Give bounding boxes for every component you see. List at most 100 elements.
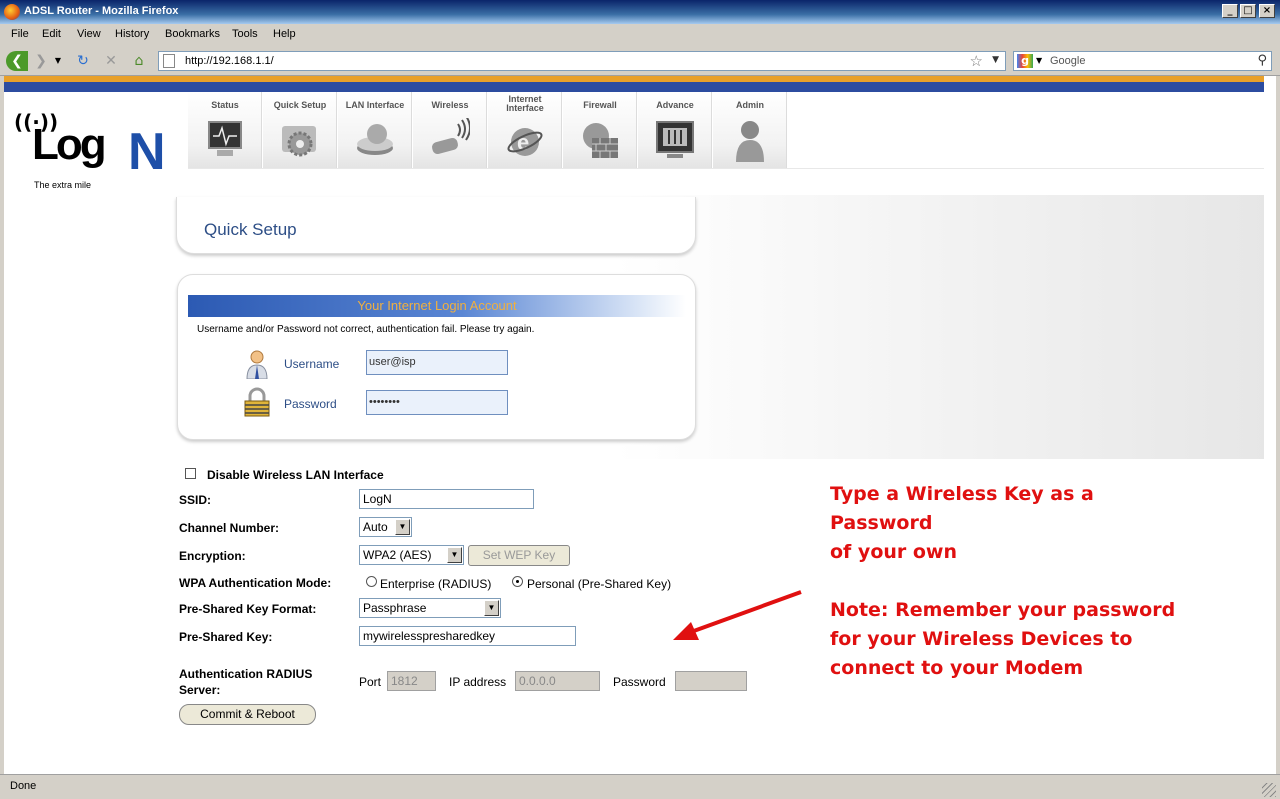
user-icon bbox=[730, 118, 770, 162]
nav-underbar bbox=[188, 168, 1276, 195]
page-viewport: ((·)) Log N The extra mile Status Quick … bbox=[4, 76, 1276, 774]
auth-mode-label: WPA Authentication Mode: bbox=[179, 576, 332, 590]
hard-drive-icon bbox=[355, 118, 395, 162]
nav-lan-interface[interactable]: LAN Interface bbox=[338, 92, 412, 168]
encryption-value: WPA2 (AES) bbox=[363, 548, 432, 562]
encryption-label: Encryption: bbox=[179, 549, 246, 563]
nav-internet-interface[interactable]: Internet Interface e bbox=[488, 92, 562, 168]
radius-ip-label: IP address bbox=[449, 675, 507, 689]
psk-label: Pre-Shared Key: bbox=[179, 630, 273, 644]
search-icon[interactable]: ⚲ bbox=[1257, 53, 1267, 68]
annotation-line: Note: Remember your password bbox=[830, 599, 1176, 621]
header-stripe bbox=[4, 76, 1276, 92]
auth-personal-radio[interactable] bbox=[512, 576, 523, 587]
psk-format-select[interactable]: Passphrase ▼ bbox=[359, 598, 501, 618]
router-nav: Status Quick Setup LAN Interface Wireles… bbox=[188, 92, 1276, 195]
url-dropdown-icon[interactable]: ▼ bbox=[992, 55, 999, 65]
nav-advance[interactable]: Advance bbox=[638, 92, 712, 168]
radius-password-input[interactable] bbox=[675, 671, 747, 691]
page-icon bbox=[163, 54, 175, 68]
reload-icon[interactable]: ↻ bbox=[72, 51, 94, 71]
set-wep-key-button[interactable]: Set WEP Key bbox=[468, 545, 570, 566]
close-button[interactable]: × bbox=[1259, 4, 1275, 18]
lock-icon bbox=[242, 387, 272, 417]
bookmark-star-icon[interactable]: ☆ bbox=[970, 52, 983, 70]
radius-label-line1: Authentication RADIUS bbox=[179, 667, 313, 681]
nav-quick-setup[interactable]: Quick Setup bbox=[263, 92, 337, 168]
nav-firewall[interactable]: Firewall bbox=[563, 92, 637, 168]
annotation-line: of your own bbox=[830, 541, 958, 563]
disable-wireless-checkbox[interactable] bbox=[185, 468, 196, 479]
menu-tools[interactable]: Tools bbox=[232, 28, 258, 40]
annotation-arrow-icon bbox=[673, 590, 802, 640]
menu-help[interactable]: Help bbox=[273, 28, 296, 40]
menu-history[interactable]: History bbox=[115, 28, 149, 40]
logo: ((·)) Log N The extra mile bbox=[4, 92, 176, 195]
nav-label: Wireless bbox=[431, 100, 469, 110]
menu-file[interactable]: File bbox=[11, 28, 29, 40]
wireless-adapter-icon bbox=[430, 115, 471, 162]
firewall-icon bbox=[580, 118, 620, 162]
username-label: Username bbox=[284, 357, 340, 371]
commit-reboot-button[interactable]: Commit & Reboot bbox=[179, 704, 316, 725]
radius-ip-input[interactable]: 0.0.0.0 bbox=[515, 671, 600, 691]
minimize-button[interactable]: _ bbox=[1222, 4, 1238, 18]
nav-label: Internet Interface bbox=[506, 94, 544, 113]
window-title: ADSL Router - Mozilla Firefox bbox=[24, 5, 179, 17]
resize-grip-icon[interactable] bbox=[1262, 783, 1276, 797]
nav-label: LAN Interface bbox=[345, 100, 405, 110]
password-field[interactable]: •••••••• bbox=[366, 390, 508, 415]
back-icon[interactable]: ❮ bbox=[6, 51, 28, 71]
psk-input[interactable]: mywirelesspresharedkey bbox=[359, 626, 576, 646]
annotation-line: for your Wireless Devices to bbox=[830, 628, 1133, 650]
firefox-icon bbox=[4, 4, 20, 20]
menu-view[interactable]: View bbox=[77, 28, 101, 40]
nav-admin[interactable]: Admin bbox=[713, 92, 787, 168]
window-titlebar: ADSL Router - Mozilla Firefox _ □ × bbox=[0, 0, 1280, 24]
ssid-label: SSID: bbox=[179, 493, 212, 507]
history-dropdown-icon[interactable]: ▼ bbox=[52, 51, 64, 71]
username-field[interactable]: user@isp bbox=[366, 350, 508, 375]
nav-status[interactable]: Status bbox=[188, 92, 262, 168]
encryption-select[interactable]: WPA2 (AES) ▼ bbox=[359, 545, 464, 565]
logo-brand-n: N bbox=[128, 123, 166, 181]
status-text: Done bbox=[10, 780, 37, 792]
auth-enterprise-radio[interactable] bbox=[366, 576, 377, 587]
status-bar: Done bbox=[0, 774, 1280, 799]
maximize-button[interactable]: □ bbox=[1240, 4, 1256, 18]
radius-label-line2: Server: bbox=[179, 683, 221, 697]
nav-wireless[interactable]: Wireless bbox=[413, 92, 487, 168]
menu-edit[interactable]: Edit bbox=[42, 28, 61, 40]
internet-explorer-icon: e bbox=[505, 118, 545, 162]
page-title: Quick Setup bbox=[204, 220, 297, 239]
search-engine-dropdown-icon[interactable]: ▼ bbox=[1036, 56, 1042, 65]
home-icon[interactable]: ⌂ bbox=[128, 51, 150, 71]
search-box[interactable]: g ▼ Google ⚲ bbox=[1013, 51, 1272, 71]
channel-select[interactable]: Auto ▼ bbox=[359, 517, 412, 537]
forward-icon[interactable]: ❯ bbox=[30, 51, 52, 71]
google-icon[interactable]: g bbox=[1017, 54, 1033, 68]
login-header: Your Internet Login Account bbox=[188, 295, 686, 317]
url-bar[interactable]: http://192.168.1.1/ ☆ ▼ bbox=[158, 51, 1006, 71]
chevron-down-icon: ▼ bbox=[447, 547, 462, 563]
control-panel-icon bbox=[655, 118, 695, 162]
menu-bookmarks[interactable]: Bookmarks bbox=[165, 28, 220, 40]
instruction-annotation: Type a Wireless Key as a Password of you… bbox=[830, 480, 1190, 679]
channel-value: Auto bbox=[363, 520, 388, 534]
ssid-input[interactable]: LogN bbox=[359, 489, 534, 509]
nav-label: Firewall bbox=[583, 100, 617, 110]
chevron-down-icon: ▼ bbox=[395, 519, 410, 535]
disable-wireless-label: Disable Wireless LAN Interface bbox=[207, 468, 384, 482]
radius-port-input[interactable]: 1812 bbox=[387, 671, 436, 691]
nav-label: Status bbox=[211, 100, 239, 110]
password-label: Password bbox=[284, 397, 337, 411]
vertical-scrollbar[interactable] bbox=[1264, 76, 1276, 774]
radius-port-label: Port bbox=[359, 675, 382, 689]
login-header-text: Your Internet Login Account bbox=[357, 298, 517, 313]
quick-setup-panel: Quick Setup bbox=[176, 197, 696, 254]
radius-password-label: Password bbox=[613, 675, 666, 689]
auth-enterprise-label: Enterprise (RADIUS) bbox=[380, 577, 492, 591]
gear-icon bbox=[280, 118, 320, 162]
stop-icon[interactable]: ✕ bbox=[100, 51, 122, 71]
monitor-icon bbox=[205, 118, 245, 162]
